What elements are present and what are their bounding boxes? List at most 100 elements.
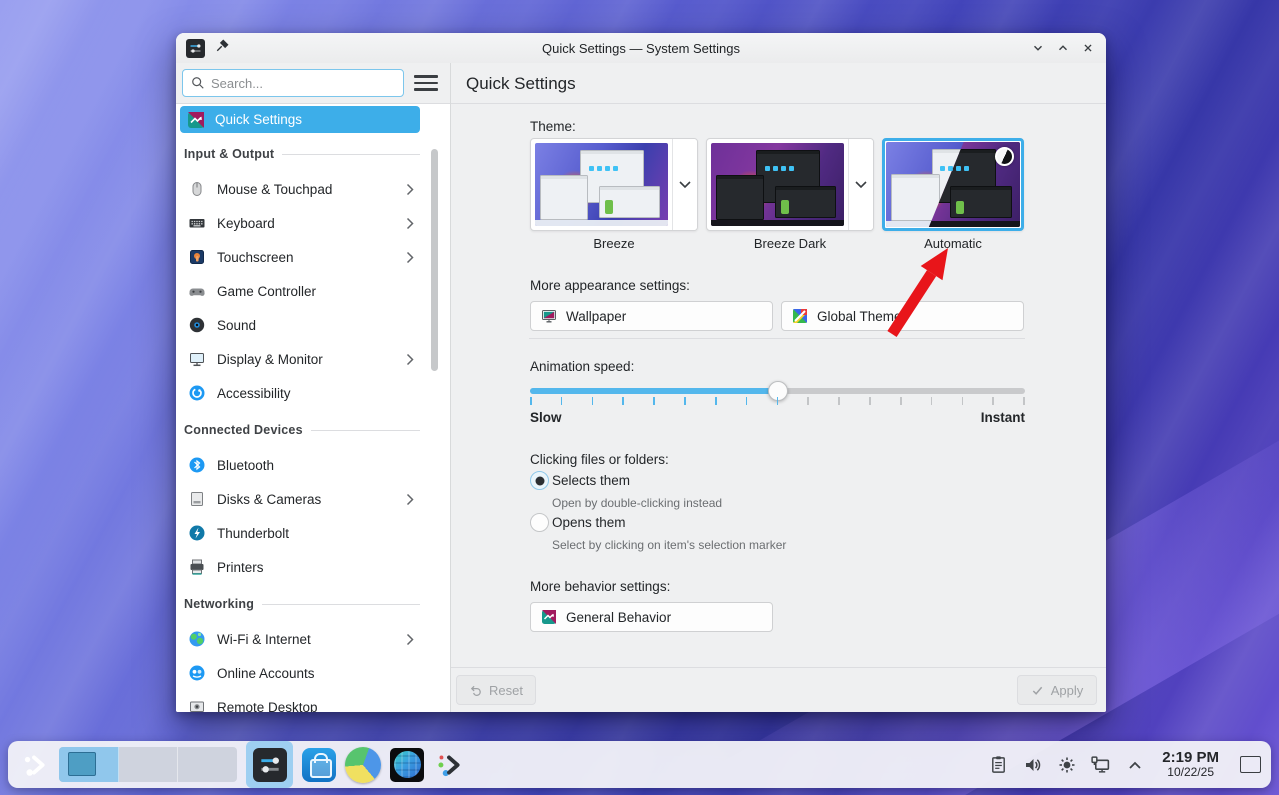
virtual-desktop-pager[interactable] [59, 747, 237, 782]
accessibility-icon [188, 384, 206, 402]
sidebar-section-connected-devices: Connected Devices [180, 412, 420, 448]
sidebar-item-printers[interactable]: Printers [180, 550, 420, 584]
mouse-icon [188, 180, 206, 198]
page-title: Quick Settings [466, 73, 576, 93]
printer-icon [188, 558, 206, 576]
header-toolbar: Quick Settings [176, 63, 1106, 104]
brightness-tray-icon[interactable] [1056, 754, 1077, 775]
game-controller-icon [188, 282, 206, 300]
remote-desktop-icon [188, 698, 206, 712]
thunderbolt-icon [188, 524, 206, 542]
chevron-right-icon [406, 183, 414, 195]
touchscreen-icon [188, 248, 206, 266]
search-input[interactable] [211, 75, 395, 91]
titlebar[interactable]: Quick Settings — System Settings [176, 33, 1106, 63]
chevron-right-icon [406, 251, 414, 263]
quick-settings-page: Theme: Breeze Breeze Dark Automatic More… [451, 104, 1106, 667]
chevron-right-icon [406, 493, 414, 505]
desktop-3[interactable] [178, 747, 237, 782]
selects-them-description: Open by double-clicking instead [552, 496, 723, 510]
sidebar-item-remote-desktop[interactable]: Remote Desktop [180, 690, 420, 712]
sidebar: Quick Settings Input & Output Mouse & To… [176, 104, 450, 712]
animation-speed-slider[interactable] [530, 381, 1025, 401]
chevron-down-icon [855, 180, 867, 188]
show-desktop-button[interactable] [1240, 756, 1261, 773]
sidebar-item-quick-settings[interactable]: Quick Settings [180, 106, 420, 133]
sidebar-section-networking: Networking [180, 586, 420, 622]
minimize-button[interactable] [1030, 40, 1046, 56]
sidebar-item-game-controller[interactable]: Game Controller [180, 274, 420, 308]
sidebar-item-touchscreen[interactable]: Touchscreen [180, 240, 420, 274]
theme-name-breeze: Breeze [593, 236, 635, 251]
theme-option-breeze[interactable] [530, 138, 698, 231]
desktop-2[interactable] [119, 747, 179, 782]
maximize-button[interactable] [1055, 40, 1071, 56]
radio-opens-them[interactable] [530, 513, 549, 532]
system-settings-app-icon [186, 38, 205, 58]
digital-clock[interactable]: 2:19 PM 10/22/25 [1158, 748, 1223, 780]
online-accounts-icon [188, 664, 206, 682]
globe-earth-icon [188, 630, 206, 648]
theme-name-breeze-dark: Breeze Dark [753, 236, 827, 251]
clock-date: 10/22/25 [1167, 765, 1214, 780]
breeze-dark-variant-dropdown[interactable] [848, 139, 873, 230]
wallpaper-button[interactable]: Wallpaper [530, 301, 773, 331]
sidebar-item-thunderbolt[interactable]: Thunderbolt [180, 516, 420, 550]
sidebar-item-accessibility[interactable]: Accessibility [180, 376, 420, 410]
discover-app-icon[interactable] [302, 747, 336, 782]
expand-tray-icon[interactable] [1124, 754, 1145, 775]
behavior-settings-label: More behavior settings: [530, 579, 671, 594]
sidebar-scrollbar[interactable] [431, 149, 438, 371]
sidebar-item-bluetooth[interactable]: Bluetooth [180, 448, 420, 482]
dev-launcher-icon[interactable] [433, 749, 465, 781]
theme-option-breeze-dark[interactable] [706, 138, 874, 231]
clipboard-tray-icon[interactable] [988, 754, 1009, 775]
sound-icon [188, 316, 206, 334]
section-separator [529, 338, 1025, 339]
sidebar-item-disks-cameras[interactable]: Disks & Cameras [180, 482, 420, 516]
apply-button[interactable]: Apply [1017, 675, 1097, 705]
general-behavior-button[interactable]: General Behavior [530, 602, 773, 632]
breeze-preview [535, 143, 668, 226]
sidebar-item-keyboard[interactable]: Keyboard [180, 206, 420, 240]
browser-app-icon[interactable] [390, 747, 424, 782]
global-theme-icon [792, 308, 808, 324]
opens-them-label: Opens them [552, 515, 626, 530]
close-button[interactable] [1080, 40, 1096, 56]
volume-tray-icon[interactable] [1022, 754, 1043, 775]
sidebar-item-label: Quick Settings [215, 112, 303, 127]
theme-label: Theme: [530, 119, 576, 134]
instant-label: Instant [980, 410, 1025, 425]
sidebar-item-sound[interactable]: Sound [180, 308, 420, 342]
system-settings-window: Quick Settings — System Settings Quick S… [176, 33, 1106, 712]
sidebar-item-display-monitor[interactable]: Display & Monitor [180, 342, 420, 376]
theme-name-automatic: Automatic [924, 236, 982, 251]
display-icon [188, 350, 206, 368]
theme-option-automatic[interactable] [882, 138, 1024, 231]
radio-selects-them[interactable] [530, 471, 549, 490]
desktop-1[interactable] [59, 747, 119, 782]
sidebar-item-mouse-touchpad[interactable]: Mouse & Touchpad [180, 172, 420, 206]
filelight-app-icon[interactable] [345, 746, 381, 783]
sidebar-item-online-accounts[interactable]: Online Accounts [180, 656, 420, 690]
sidebar-item-wifi-internet[interactable]: Wi-Fi & Internet [180, 622, 420, 656]
network-tray-icon[interactable] [1090, 754, 1111, 775]
general-behavior-icon [541, 609, 557, 625]
task-system-settings[interactable] [246, 741, 293, 788]
menu-button[interactable] [414, 72, 438, 94]
undo-icon [470, 685, 481, 696]
desktop-1-window [68, 752, 96, 776]
global-theme-button[interactable]: Global Theme [781, 301, 1024, 331]
clock-time: 2:19 PM [1162, 748, 1219, 766]
search-field[interactable] [182, 69, 404, 97]
bluetooth-icon [188, 456, 206, 474]
appearance-settings-label: More appearance settings: [530, 278, 690, 293]
pin-icon[interactable] [215, 38, 230, 58]
app-launcher-icon[interactable] [18, 749, 50, 781]
keyboard-icon [188, 214, 206, 232]
breeze-variant-dropdown[interactable] [672, 139, 697, 230]
taskbar-panel: 2:19 PM 10/22/25 [8, 741, 1271, 788]
reset-button[interactable]: Reset [456, 675, 536, 705]
slider-ticks [530, 397, 1025, 405]
disk-icon [188, 490, 206, 508]
